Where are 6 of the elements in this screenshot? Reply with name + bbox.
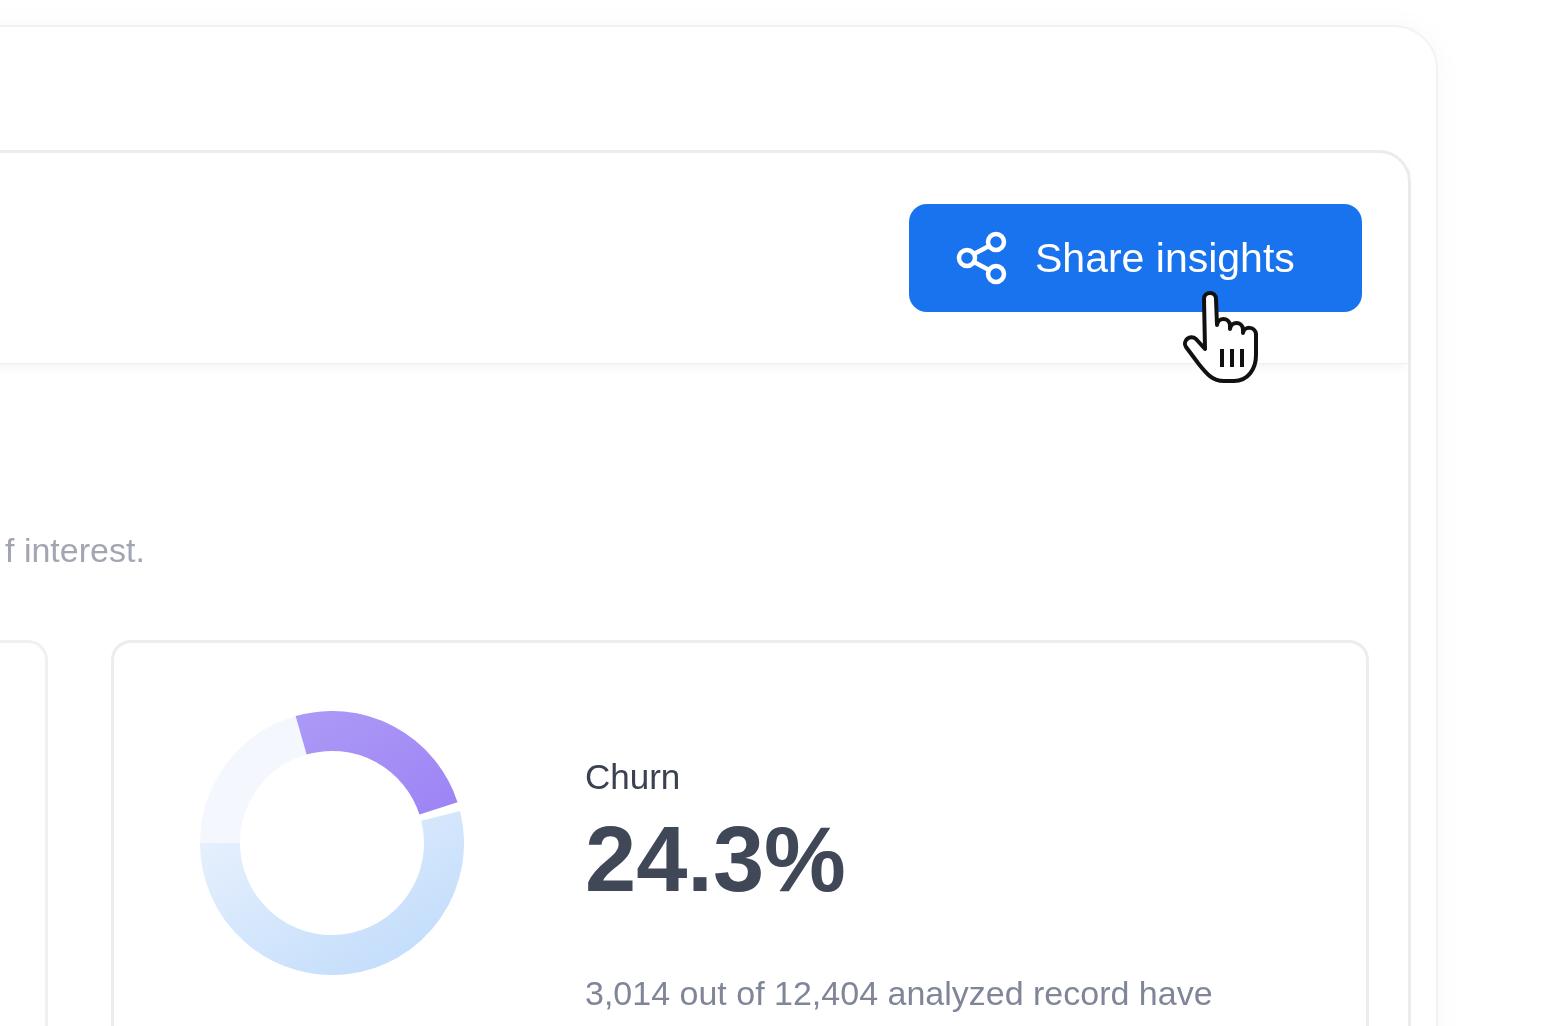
share-button[interactable]: Share insights [909,204,1362,312]
metric-note: 3,014 out of 12,404 analyzed record have [585,973,1213,1013]
metric-value: 24.3% [585,809,846,909]
share-icon [955,231,1009,285]
metric-label: Churn [585,757,681,797]
description-text: f interest. [5,530,146,571]
